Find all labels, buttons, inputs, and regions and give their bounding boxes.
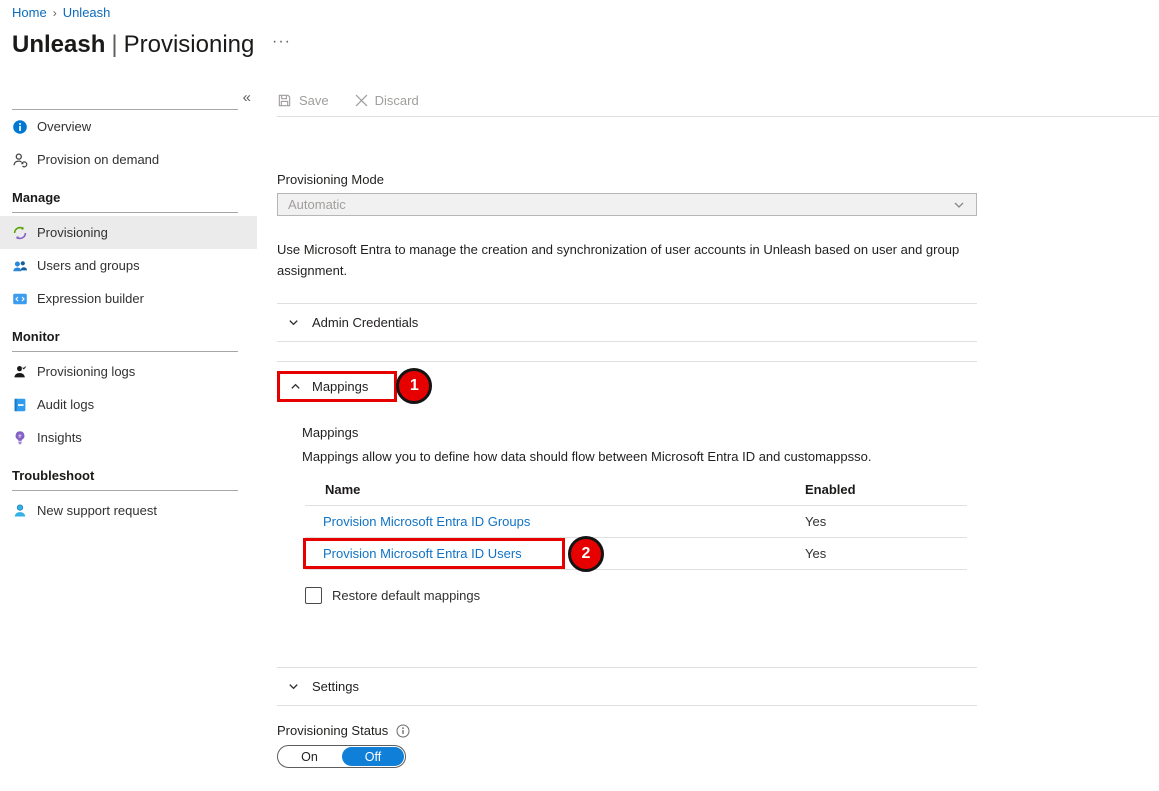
- chevron-down-icon: [952, 198, 966, 212]
- admin-credentials-section: Admin Credentials: [277, 303, 977, 342]
- column-header-enabled: Enabled: [805, 482, 856, 497]
- toggle-off-option[interactable]: Off: [342, 747, 404, 766]
- mappings-header-highlight-box[interactable]: Mappings: [277, 371, 397, 402]
- provisioning-status-toggle[interactable]: On Off: [277, 745, 406, 768]
- sidebar-item-label: Expression builder: [37, 291, 144, 306]
- settings-header[interactable]: Settings: [277, 668, 977, 705]
- breadcrumb-separator: ›: [53, 6, 57, 20]
- sidebar-item-provisioning-logs[interactable]: Provisioning logs: [0, 355, 257, 388]
- more-options-icon[interactable]: ···: [272, 33, 291, 51]
- sidebar-item-users-and-groups[interactable]: Users and groups: [0, 249, 257, 282]
- restore-default-mappings-label[interactable]: Restore default mappings: [332, 588, 480, 603]
- info-tooltip-icon[interactable]: [396, 724, 410, 738]
- breadcrumb: Home › Unleash: [12, 5, 110, 20]
- save-button[interactable]: Save: [277, 93, 329, 108]
- sidebar-item-insights[interactable]: Insights: [0, 421, 257, 454]
- sidebar-item-new-support-request[interactable]: New support request: [0, 494, 257, 527]
- info-icon: [12, 119, 28, 135]
- breadcrumb-home-link[interactable]: Home: [12, 5, 47, 20]
- sidebar-group-divider: [12, 351, 238, 352]
- sidebar-item-label: Provision on demand: [37, 152, 159, 167]
- sidebar-item-label: Users and groups: [37, 258, 140, 273]
- person-log-icon: [12, 364, 28, 380]
- table-row-provision-users: Provision Microsoft Entra ID Users Yes 2: [305, 538, 967, 570]
- provisioning-status-row: Provisioning Status: [277, 723, 1159, 738]
- chevron-down-icon: [287, 680, 300, 693]
- page-title-app: Unleash: [12, 31, 105, 58]
- person-sync-icon: [12, 152, 28, 168]
- table-row-provision-groups: Provision Microsoft Entra ID Groups Yes: [305, 506, 967, 538]
- sidebar-collapse-icon[interactable]: «: [243, 89, 251, 106]
- sidebar: « Overview Provision on demand Manage Pr…: [0, 85, 257, 527]
- mappings-table: Name Enabled Provision Microsoft Entra I…: [305, 474, 967, 570]
- main-content: Save Discard Provisioning Mode Automatic…: [277, 85, 1159, 768]
- book-icon: [12, 397, 28, 413]
- column-header-name: Name: [305, 482, 805, 497]
- sidebar-top-divider: [12, 109, 238, 110]
- sidebar-group-troubleshoot: Troubleshoot: [0, 454, 257, 490]
- admin-credentials-label: Admin Credentials: [312, 315, 418, 330]
- provisioning-description: Use Microsoft Entra to manage the creati…: [277, 239, 972, 281]
- chevron-up-icon: [289, 380, 302, 393]
- users-icon: [12, 258, 28, 274]
- annotation-step-1-badge: 1: [396, 368, 432, 404]
- provisioning-mode-dropdown[interactable]: Automatic: [277, 193, 977, 216]
- sidebar-item-label: New support request: [37, 503, 157, 518]
- provision-users-link[interactable]: Provision Microsoft Entra ID Users: [323, 546, 522, 561]
- page-title-divider: |: [111, 31, 117, 58]
- lightbulb-icon: [12, 430, 28, 446]
- mappings-body: Mappings Mappings allow you to define ho…: [277, 425, 977, 631]
- provision-groups-link[interactable]: Provision Microsoft Entra ID Groups: [323, 514, 530, 529]
- mappings-section: Mappings 1 Mappings Mappings allow you t…: [277, 361, 977, 631]
- restore-default-mappings-row: Restore default mappings: [305, 587, 977, 631]
- sidebar-item-provision-on-demand[interactable]: Provision on demand: [0, 143, 257, 176]
- mappings-header-row: Mappings 1: [277, 362, 977, 408]
- sidebar-item-audit-logs[interactable]: Audit logs: [0, 388, 257, 421]
- page-title: Unleash| Provisioning: [12, 31, 254, 59]
- page-title-blade: Provisioning: [124, 31, 255, 58]
- sidebar-item-label: Provisioning logs: [37, 364, 135, 379]
- provisioning-page: Home › Unleash Unleash| Provisioning ··· « …: [0, 0, 1159, 791]
- provisioning-status-label: Provisioning Status: [277, 723, 388, 738]
- discard-button[interactable]: Discard: [355, 93, 419, 108]
- settings-label: Settings: [312, 679, 359, 694]
- annotation-step-2-badge: 2: [568, 536, 604, 572]
- sidebar-item-expression-builder[interactable]: Expression builder: [0, 282, 257, 315]
- mappings-description: Mappings allow you to define how data sh…: [302, 449, 977, 464]
- toggle-on-option[interactable]: On: [278, 746, 341, 767]
- sidebar-item-overview[interactable]: Overview: [0, 110, 257, 143]
- sidebar-item-label: Insights: [37, 430, 82, 445]
- sidebar-group-monitor: Monitor: [0, 315, 257, 351]
- sidebar-item-label: Overview: [37, 119, 91, 134]
- sidebar-item-label: Audit logs: [37, 397, 94, 412]
- provision-users-enabled: Yes: [805, 546, 826, 561]
- save-icon: [277, 93, 292, 108]
- sidebar-group-manage: Manage: [0, 176, 257, 212]
- mappings-table-header: Name Enabled: [305, 474, 967, 506]
- breadcrumb-app-link[interactable]: Unleash: [63, 5, 111, 20]
- discard-x-icon: [355, 94, 368, 107]
- mappings-heading: Mappings: [302, 425, 977, 440]
- admin-credentials-header[interactable]: Admin Credentials: [277, 304, 977, 341]
- sidebar-group-divider: [12, 490, 238, 491]
- settings-section: Settings: [277, 667, 977, 706]
- mappings-section-label: Mappings: [312, 379, 368, 394]
- sidebar-group-divider: [12, 212, 238, 213]
- restore-default-mappings-checkbox[interactable]: [305, 587, 322, 604]
- provisioning-mode-label: Provisioning Mode: [277, 172, 1159, 187]
- command-bar: Save Discard: [277, 85, 1159, 117]
- sidebar-item-provisioning[interactable]: Provisioning: [0, 216, 257, 249]
- support-person-icon: [12, 503, 28, 519]
- chevron-down-icon: [287, 316, 300, 329]
- provision-groups-enabled: Yes: [805, 514, 826, 529]
- sidebar-item-label: Provisioning: [37, 225, 108, 240]
- discard-label: Discard: [375, 93, 419, 108]
- sidebar-top: «: [0, 85, 257, 110]
- code-icon: [12, 291, 28, 307]
- save-label: Save: [299, 93, 329, 108]
- provisioning-mode-value: Automatic: [288, 197, 346, 212]
- provisioning-sync-icon: [12, 225, 28, 241]
